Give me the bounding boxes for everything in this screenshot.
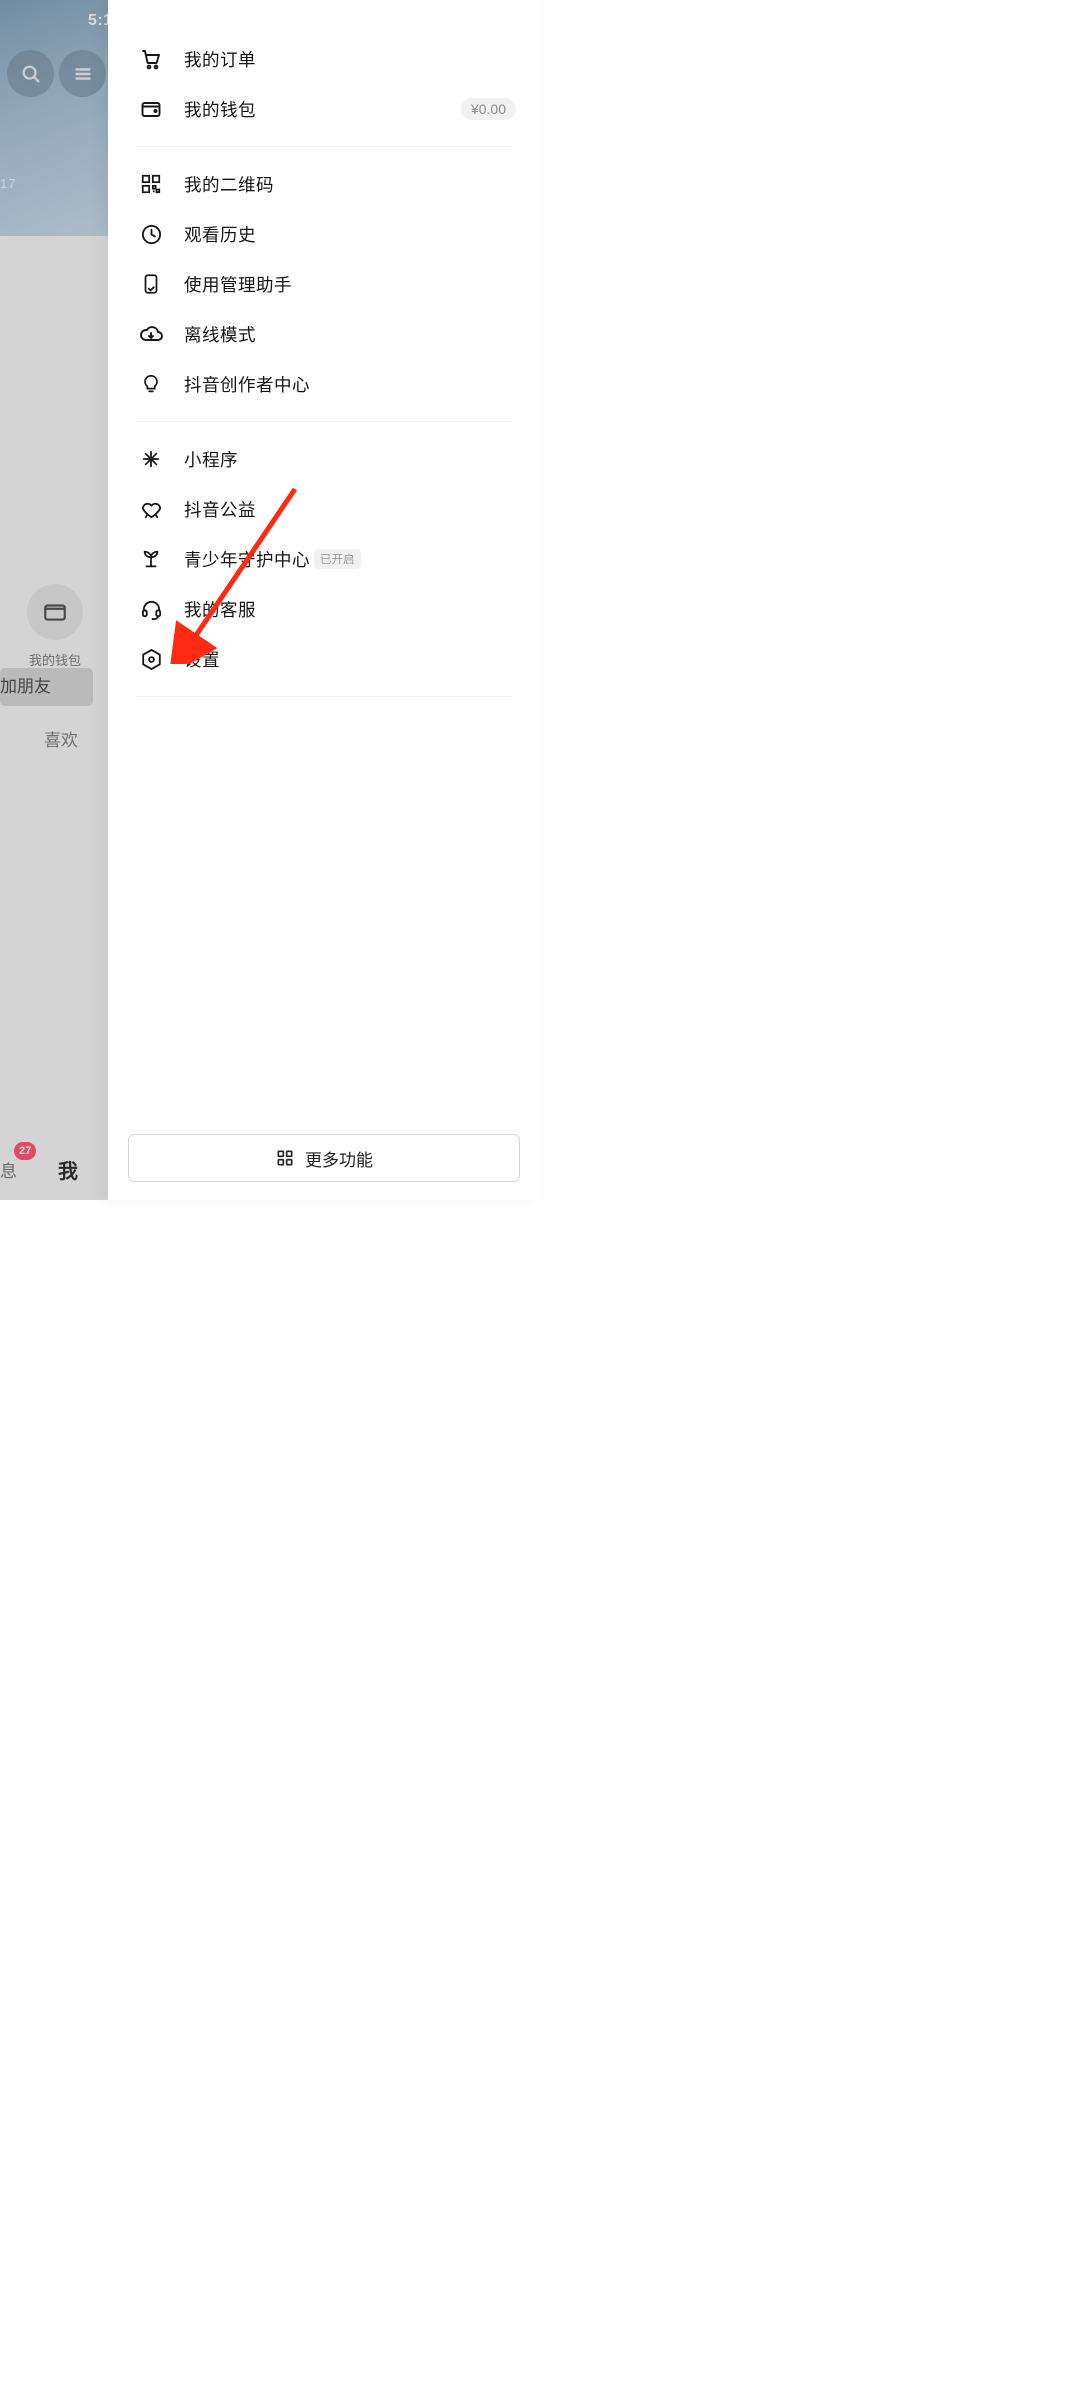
bottom-nav: 息 27 我 bbox=[0, 1138, 108, 1200]
menu-item-label: 我的订单 bbox=[184, 47, 256, 72]
menu-button[interactable] bbox=[59, 50, 106, 97]
menu-item-label: 青少年守护中心 bbox=[184, 547, 310, 572]
menu-item-label: 我的客服 bbox=[184, 597, 256, 622]
grid-icon bbox=[275, 1148, 295, 1168]
menu-divider bbox=[136, 146, 512, 147]
nav-messages[interactable]: 息 bbox=[0, 1157, 17, 1182]
menu-item-label: 抖音创作者中心 bbox=[184, 372, 310, 397]
menu-item-wallet[interactable]: 我的钱包 ¥0.00 bbox=[128, 84, 520, 134]
wallet-balance-pill: ¥0.00 bbox=[461, 98, 516, 120]
menu-item-label: 抖音公益 bbox=[184, 497, 256, 522]
menu-item-label: 小程序 bbox=[184, 447, 238, 472]
menu-item-label: 观看历史 bbox=[184, 222, 256, 247]
cloud-download-icon bbox=[136, 319, 166, 349]
wallet-tile-label: 我的钱包 bbox=[20, 650, 90, 669]
menu-item-offline[interactable]: 离线模式 bbox=[128, 309, 520, 359]
drawer-menu: 我的订单 我的钱包 ¥0.00 我的二维码 观看历史 bbox=[128, 20, 520, 1126]
menu-item-qrcode[interactable]: 我的二维码 bbox=[128, 159, 520, 209]
heart-hands-icon bbox=[136, 494, 166, 524]
menu-item-label: 设置 bbox=[184, 647, 220, 672]
side-drawer: 我的订单 我的钱包 ¥0.00 我的二维码 观看历史 bbox=[108, 0, 540, 1200]
wallet-icon bbox=[136, 94, 166, 124]
menu-item-label: 我的二维码 bbox=[184, 172, 274, 197]
menu-item-charity[interactable]: 抖音公益 bbox=[128, 484, 520, 534]
profile-hero: 5:1 17 bbox=[0, 0, 108, 236]
menu-item-orders[interactable]: 我的订单 bbox=[128, 34, 520, 84]
cart-icon bbox=[136, 44, 166, 74]
menu-item-miniapp[interactable]: 小程序 bbox=[128, 434, 520, 484]
add-friend-button[interactable]: 加朋友 bbox=[0, 668, 93, 706]
headset-icon bbox=[136, 594, 166, 624]
youth-enabled-tag: 已开启 bbox=[314, 549, 361, 569]
menu-divider bbox=[136, 421, 512, 422]
messages-badge: 27 bbox=[14, 1142, 36, 1160]
settings-icon bbox=[136, 644, 166, 674]
phone-check-icon bbox=[136, 269, 166, 299]
search-button[interactable] bbox=[7, 50, 54, 97]
menu-item-usage-assistant[interactable]: 使用管理助手 bbox=[128, 259, 520, 309]
menu-item-label: 离线模式 bbox=[184, 322, 256, 347]
clock-icon bbox=[136, 219, 166, 249]
wallet-tile[interactable]: 我的钱包 bbox=[20, 584, 90, 669]
menu-item-label: 使用管理助手 bbox=[184, 272, 292, 297]
menu-item-label: 我的钱包 bbox=[184, 97, 256, 122]
bulb-icon bbox=[136, 369, 166, 399]
tab-like[interactable]: 喜欢 bbox=[44, 726, 78, 751]
search-icon bbox=[20, 63, 42, 85]
more-functions-button[interactable]: 更多功能 bbox=[128, 1134, 520, 1182]
menu-item-settings[interactable]: 设置 bbox=[128, 634, 520, 684]
profile-body: 我的钱包 加朋友 喜欢 息 27 我 bbox=[0, 236, 108, 1200]
menu-item-support[interactable]: 我的客服 bbox=[128, 584, 520, 634]
sprout-icon bbox=[136, 544, 166, 574]
hamburger-icon bbox=[72, 63, 94, 85]
qrcode-icon bbox=[136, 169, 166, 199]
wallet-icon bbox=[42, 599, 68, 625]
sparkle-icon bbox=[136, 444, 166, 474]
menu-item-youth-guard[interactable]: 青少年守护中心 已开启 bbox=[128, 534, 520, 584]
nav-me[interactable]: 我 bbox=[58, 1155, 78, 1184]
profile-views-text: 17 bbox=[0, 176, 16, 191]
more-functions-label: 更多功能 bbox=[305, 1146, 373, 1171]
menu-item-creator-center[interactable]: 抖音创作者中心 bbox=[128, 359, 520, 409]
menu-divider bbox=[136, 696, 512, 697]
menu-item-history[interactable]: 观看历史 bbox=[128, 209, 520, 259]
